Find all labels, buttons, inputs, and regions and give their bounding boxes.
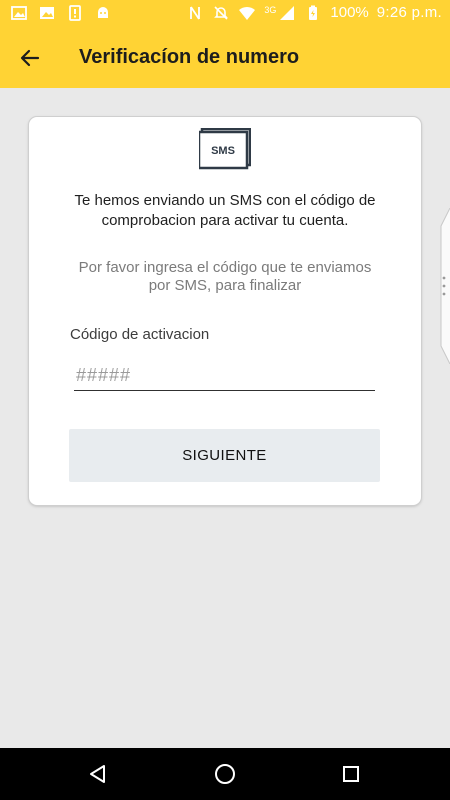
instruction-message: Por favor ingresa el código que te envia…: [29, 259, 421, 295]
nav-home-button[interactable]: [211, 760, 239, 788]
sms-icon: SMS: [199, 128, 251, 170]
back-triangle-icon: [90, 765, 105, 783]
status-bar: 3G 100% 9:26 p.m.: [0, 0, 450, 28]
back-button[interactable]: [12, 40, 48, 76]
navigation-bar: [0, 748, 450, 800]
battery-icon: [309, 5, 318, 20]
wifi-icon: [239, 6, 256, 20]
battery-percent: 100%: [330, 4, 369, 21]
alert-icon: [69, 5, 81, 21]
network-type-label: 3G: [264, 5, 277, 15]
verification-card: SMS Te hemos enviando un SMS con el códi…: [29, 117, 421, 505]
photo-icon: [40, 7, 54, 19]
edge-panel-handle[interactable]: [438, 208, 450, 364]
image-icon: [11, 6, 27, 20]
recents-square-icon: [343, 766, 359, 782]
activation-code-input[interactable]: [74, 361, 375, 391]
home-circle-icon: [215, 764, 235, 784]
status-time: 9:26 p.m.: [376, 4, 442, 21]
activation-code-label: Código de activacion: [70, 326, 210, 343]
sms-sent-message: Te hemos enviando un SMS con el código d…: [29, 191, 421, 231]
app-bar: Verificacíon de numero: [0, 28, 450, 88]
next-button[interactable]: SIGUIENTE: [69, 429, 380, 482]
page-title: Verificacíon de numero: [79, 46, 300, 68]
instruction-message-line-1: Por favor ingresa el código que te envia…: [78, 259, 372, 276]
nav-recents-button[interactable]: [337, 760, 365, 788]
nfc-icon: [190, 6, 201, 20]
mute-icon: [214, 6, 229, 20]
signal-icon: [280, 6, 295, 20]
sms-icon-label: SMS: [211, 145, 235, 157]
sms-sent-message-line-2: comprobacion para activar tu cuenta.: [101, 212, 349, 229]
sms-sent-message-line-1: Te hemos enviando un SMS con el código d…: [74, 192, 376, 209]
android-icon: [98, 7, 108, 18]
arrow-left-icon: [20, 49, 40, 67]
instruction-message-line-2: por SMS, para finalizar: [148, 277, 302, 294]
nav-back-button[interactable]: [84, 760, 112, 788]
